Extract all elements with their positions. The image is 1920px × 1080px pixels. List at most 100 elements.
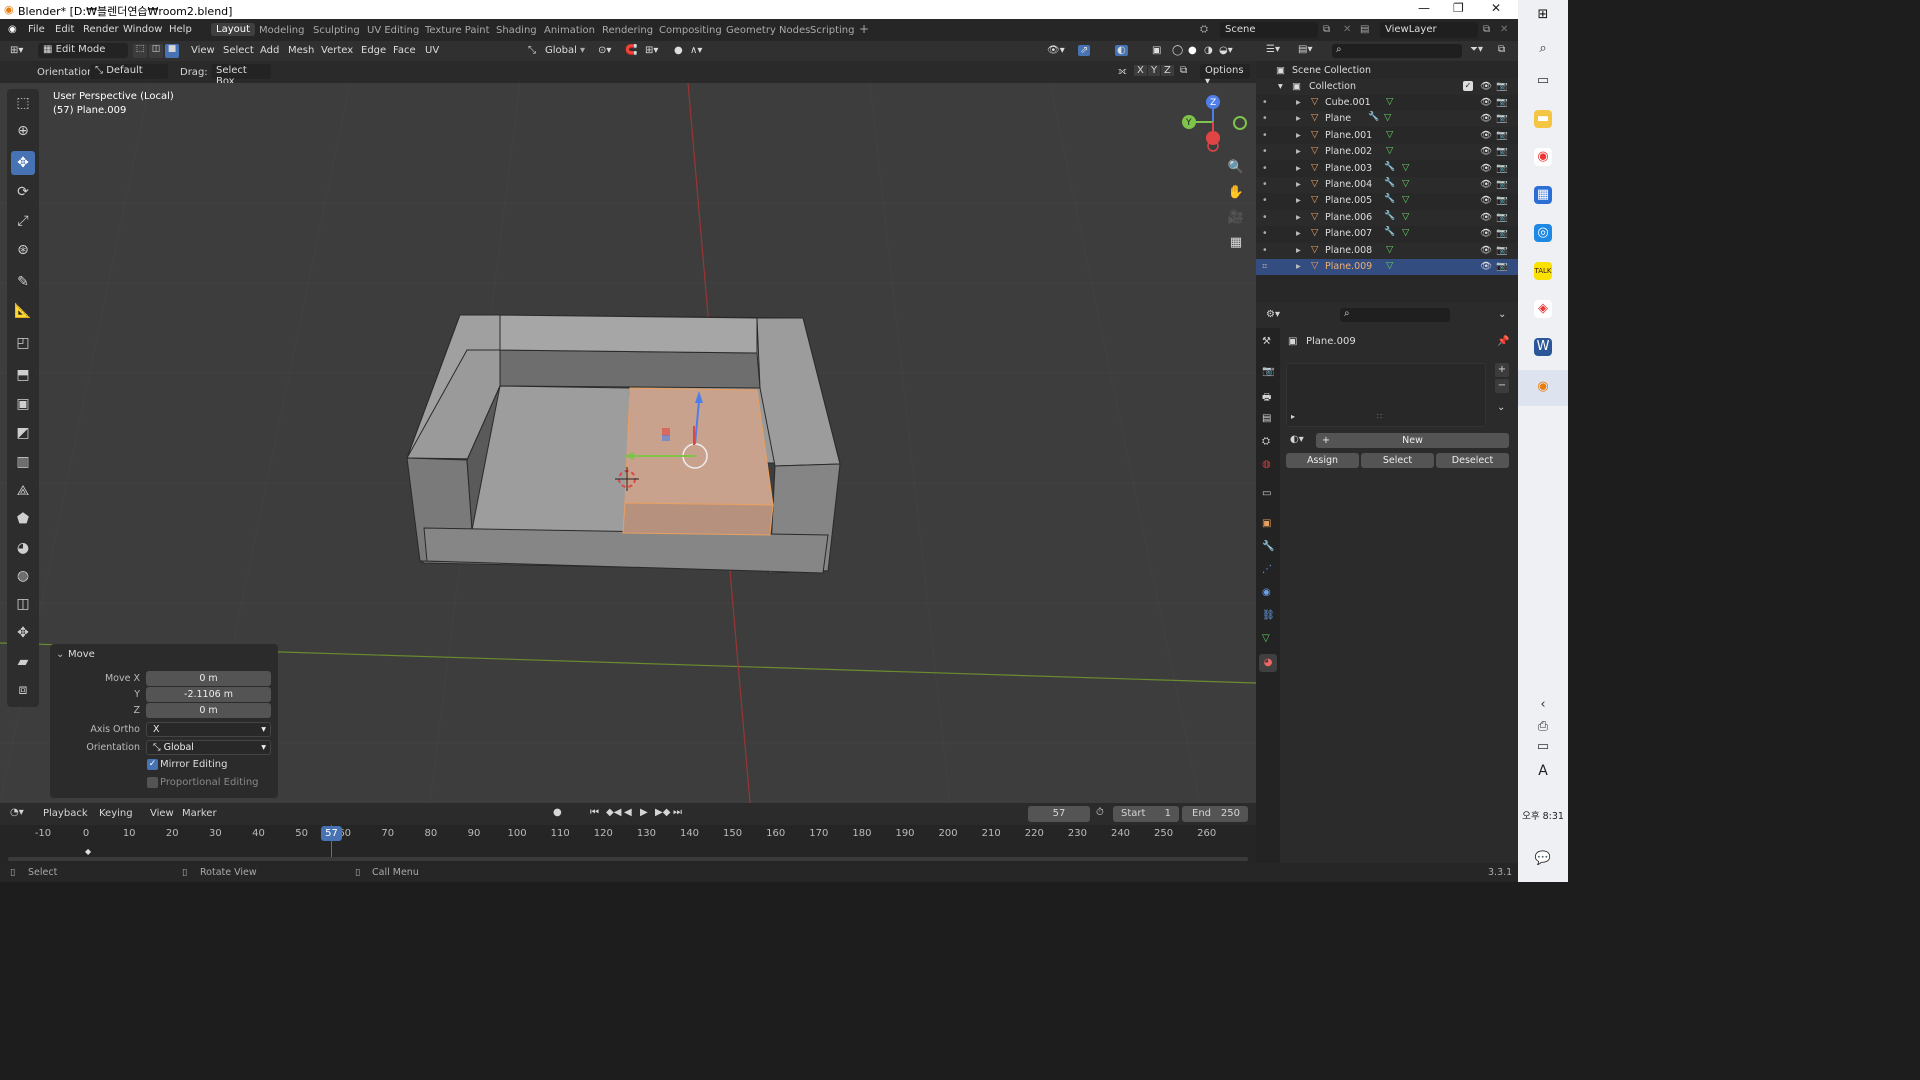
- add-workspace-button[interactable]: +: [859, 22, 869, 36]
- modifier-icon[interactable]: 🔧: [1384, 178, 1395, 188]
- camera-icon[interactable]: 📷: [1496, 212, 1508, 223]
- rotate-tool-icon[interactable]: ⟳: [11, 180, 35, 204]
- dot-icon[interactable]: •: [1262, 179, 1268, 190]
- resize-handle-icon[interactable]: ∷: [1377, 412, 1382, 421]
- proportional-edit-icon[interactable]: ●: [674, 45, 683, 56]
- eye-icon[interactable]: 👁: [1480, 81, 1492, 92]
- select-box-tool-icon[interactable]: ⬚: [11, 91, 35, 115]
- filter-icon[interactable]: ⏷▾: [1470, 44, 1483, 55]
- camera-icon[interactable]: 📷: [1496, 245, 1508, 256]
- outliner-row-object[interactable]: • ▸ ▽ Plane.003 🔧 ▽ 👁 📷: [1256, 161, 1518, 177]
- end-frame-field[interactable]: End 250: [1182, 806, 1248, 822]
- pin-icon[interactable]: 📌: [1497, 336, 1509, 347]
- outliner-row-object[interactable]: • ▸ ▽ Plane.004 🔧 ▽ 👁 📷: [1256, 177, 1518, 193]
- modifier-icon[interactable]: 🔧: [1368, 112, 1379, 122]
- eye-icon[interactable]: 👁: [1480, 245, 1492, 256]
- collection-tab-icon[interactable]: ▭: [1262, 488, 1271, 499]
- camera-icon[interactable]: 📷: [1496, 146, 1508, 157]
- mesh-data-icon[interactable]: ▽: [1386, 96, 1393, 107]
- properties-search-input[interactable]: ⌕: [1340, 308, 1450, 322]
- collapse-arrow-icon[interactable]: ▾: [1278, 81, 1283, 92]
- eye-icon[interactable]: 👁: [1480, 97, 1492, 108]
- loop-cut-tool-icon[interactable]: ▥: [11, 450, 35, 474]
- workspace-tab-texture-paint[interactable]: Texture Paint: [425, 25, 490, 36]
- overlay-toggle-icon[interactable]: ◐: [1115, 45, 1128, 56]
- gizmo-x-axis[interactable]: [1206, 131, 1220, 145]
- mesh-data-icon[interactable]: ▽: [1384, 112, 1391, 123]
- dot-icon[interactable]: •: [1262, 212, 1268, 223]
- modifier-icon[interactable]: 🔧: [1384, 162, 1395, 172]
- shrink-fatten-tool-icon[interactable]: ✥: [11, 621, 35, 645]
- outliner-row-object[interactable]: • ▸ ▽ Plane.008 ▽ 👁 📷: [1256, 242, 1518, 259]
- viewport-menu-uv[interactable]: UV: [425, 45, 439, 56]
- visibility-icon[interactable]: 👁▾: [1047, 45, 1065, 56]
- mesh-data-icon[interactable]: ▽: [1402, 211, 1409, 222]
- measure-tool-icon[interactable]: 📐: [11, 299, 35, 323]
- timeline-menu-playback[interactable]: Playback: [43, 808, 88, 819]
- kakaotalk-icon[interactable]: TALK: [1534, 262, 1552, 280]
- jump-keyframe-forward-icon[interactable]: ▶◆: [655, 807, 670, 818]
- dot-icon[interactable]: •: [1262, 146, 1268, 157]
- play-reverse-icon[interactable]: ◀: [624, 807, 632, 818]
- expand-arrow-icon[interactable]: ▸: [1296, 179, 1301, 190]
- display-mode-icon[interactable]: ▤▾: [1298, 44, 1312, 55]
- orientation-dropdown[interactable]: ⤡ Default: [90, 64, 168, 79]
- outliner-row-object[interactable]: ⌗ ▸ ▽ Plane.009 ▽ 👁 📷: [1256, 259, 1518, 275]
- outliner-row-scene-collection[interactable]: ▣ Scene Collection: [1256, 63, 1518, 79]
- task-view-icon[interactable]: ▭: [1534, 72, 1552, 90]
- eye-icon[interactable]: 👁: [1480, 146, 1492, 157]
- file-explorer-icon[interactable]: ▬: [1534, 110, 1552, 128]
- move-tool-icon[interactable]: ✥: [11, 151, 35, 175]
- outliner-row-object[interactable]: • ▸ ▽ Plane.002 ▽ 👁 📷: [1256, 144, 1518, 161]
- delete-view-layer-icon[interactable]: ✕: [1500, 24, 1508, 35]
- keyframe-icon[interactable]: ◆: [85, 847, 91, 856]
- transform-orientation-dropdown[interactable]: Global: [545, 45, 577, 56]
- dot-icon[interactable]: •: [1262, 113, 1268, 124]
- expand-arrow-icon[interactable]: ▸: [1296, 212, 1301, 223]
- snap-target-icon[interactable]: ⊞▾: [645, 45, 658, 56]
- collection-exclude-checkbox[interactable]: ✓: [1463, 81, 1473, 91]
- timeline-scrollbar[interactable]: [8, 857, 1248, 861]
- search-icon[interactable]: ⌕: [1534, 40, 1552, 58]
- mesh-data-icon[interactable]: ▽: [1402, 178, 1409, 189]
- modifier-icon[interactable]: 🔧: [1384, 194, 1395, 204]
- blender-menu-icon[interactable]: ◉: [8, 24, 17, 35]
- move-y-field[interactable]: -2.1106 m: [146, 687, 271, 702]
- record-icon[interactable]: ●: [553, 807, 562, 818]
- zoom-icon[interactable]: 🔍: [1226, 160, 1246, 180]
- mesh-data-icon[interactable]: ▽: [1386, 244, 1393, 255]
- outliner-editor-icon[interactable]: ☰▾: [1266, 44, 1280, 55]
- workspace-tab-layout[interactable]: Layout: [211, 23, 255, 36]
- properties-editor-icon[interactable]: ⚙▾: [1266, 309, 1280, 320]
- workspace-tab-compositing[interactable]: Compositing: [659, 25, 722, 36]
- expand-arrow-icon[interactable]: ▸: [1296, 113, 1301, 124]
- new-view-layer-icon[interactable]: ⧉: [1483, 24, 1490, 35]
- transform-tool-icon[interactable]: ⊛: [11, 238, 35, 262]
- eye-icon[interactable]: 👁: [1480, 179, 1492, 190]
- expand-arrow-icon[interactable]: ▸: [1296, 97, 1301, 108]
- pan-hand-icon[interactable]: ✋: [1226, 185, 1246, 205]
- eye-icon[interactable]: 👁: [1480, 130, 1492, 141]
- workspace-tab-sculpting[interactable]: Sculpting: [313, 25, 360, 36]
- menu-edit[interactable]: Edit: [55, 24, 74, 35]
- recorder-icon[interactable]: ◎: [1534, 224, 1552, 242]
- outliner-row-object[interactable]: • ▸ ▽ Cube.001 ▽ 👁 📷: [1256, 95, 1518, 111]
- rip-region-tool-icon[interactable]: ⧈: [11, 678, 35, 702]
- modifier-tab-icon[interactable]: 🔧: [1262, 541, 1274, 552]
- outliner-row-object[interactable]: • ▸ ▽ Plane.006 🔧 ▽ 👁 📷: [1256, 209, 1518, 226]
- outliner-row-object[interactable]: • ▸ ▽ Plane 🔧 ▽ 👁 📷: [1256, 111, 1518, 128]
- particles-tab-icon[interactable]: ⋰: [1262, 564, 1272, 575]
- workspace-tab-shading[interactable]: Shading: [496, 25, 537, 36]
- collapse-chevron-icon[interactable]: ⌄: [56, 649, 64, 660]
- workspace-tab-scripting[interactable]: Scripting: [810, 25, 854, 36]
- constraints-tab-icon[interactable]: ⛓: [1262, 610, 1275, 621]
- eye-icon[interactable]: 👁: [1480, 113, 1492, 124]
- word-icon[interactable]: W: [1534, 338, 1552, 356]
- edge-select-icon[interactable]: ◫: [149, 44, 163, 58]
- axis-ortho-dropdown[interactable]: X ▾: [146, 722, 271, 737]
- workspace-tab-modeling[interactable]: Modeling: [259, 25, 305, 36]
- object-tab-icon[interactable]: ▣: [1262, 518, 1271, 529]
- view-layer-selector[interactable]: ViewLayer: [1380, 22, 1478, 38]
- material-shading-icon[interactable]: ◑: [1204, 45, 1213, 56]
- timeline[interactable]: -10 0 10 20 30 40 50 60 70 80 90 100 110 120 130 140 150…: [0, 825, 1256, 863]
